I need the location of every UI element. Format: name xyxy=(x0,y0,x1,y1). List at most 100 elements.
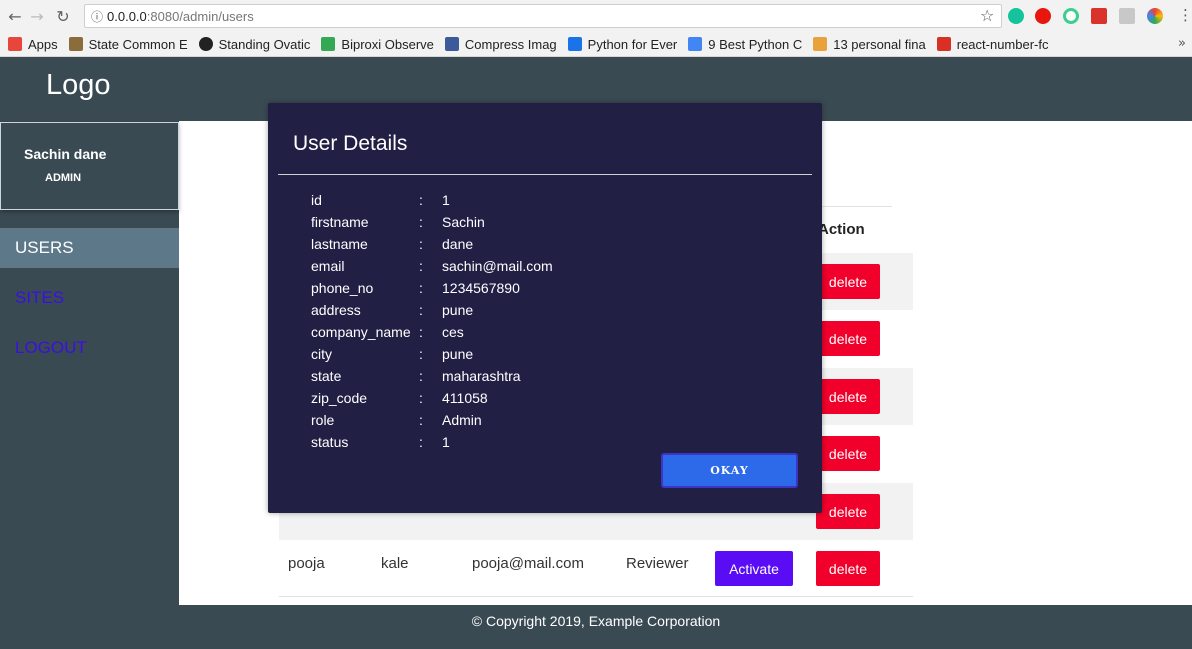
cell-firstname: pooja xyxy=(288,555,325,572)
detail-row-role: role: Admin xyxy=(311,412,791,434)
bookmark-label: Biproxi Observe xyxy=(341,36,434,52)
bookmark-label: Standing Ovatic xyxy=(218,36,311,52)
bookmark-label: 9 Best Python C xyxy=(708,36,803,52)
back-icon[interactable]: ← xyxy=(4,5,26,27)
bookmark-apps[interactable]: Apps xyxy=(8,37,58,52)
bookmark-star-icon[interactable]: ☆ xyxy=(980,6,994,25)
browser-toolbar: ← → ↻ ⓘ 0.0.0.0:8080/admin/users ☆ ⋮ xyxy=(0,0,1192,32)
detail-separator: : xyxy=(419,302,423,318)
circle-logo-icon xyxy=(198,37,213,51)
sidebar-item-sites[interactable]: SITES xyxy=(0,278,179,318)
bookmarks-bar: Apps State Common E Standing Ovatic Bipr… xyxy=(0,32,1192,57)
detail-separator: : xyxy=(419,412,423,428)
detail-value: pune xyxy=(442,346,474,362)
bookmark-label: react-number-fc xyxy=(956,36,1049,52)
image-icon xyxy=(444,37,459,51)
detail-key: role xyxy=(311,412,335,428)
footer: © Copyright 2019, Example Corporation xyxy=(0,605,1192,649)
detail-value: Admin xyxy=(442,412,482,428)
detail-separator: : xyxy=(419,368,423,384)
delete-button[interactable]: delete xyxy=(816,264,880,299)
bookmark-item[interactable]: react-number-fc xyxy=(936,36,1049,52)
bookmark-item[interactable]: 9 Best Python C xyxy=(688,37,802,52)
detail-value: ces xyxy=(442,324,464,340)
address-bar[interactable]: ⓘ 0.0.0.0:8080/admin/users xyxy=(84,4,1002,28)
detail-value: 1 xyxy=(442,434,450,450)
detail-value: pune xyxy=(442,302,474,318)
bookmark-label: Compress Imag xyxy=(464,36,557,52)
modal-divider xyxy=(278,174,812,175)
bookmark-label: 13 personal fina xyxy=(833,36,926,52)
delete-button[interactable]: delete xyxy=(816,379,880,414)
detail-separator: : xyxy=(419,280,423,296)
sidebar-item-logout[interactable]: LOGOUT xyxy=(0,328,179,368)
url-path: :8080/admin/users xyxy=(146,8,254,24)
bookmark-label: Apps xyxy=(28,36,58,52)
grammarly-extension-icon[interactable] xyxy=(1008,8,1024,24)
detail-key: status xyxy=(311,434,349,450)
detail-separator: : xyxy=(419,346,423,362)
table-header-action: Action xyxy=(818,221,865,238)
apps-grid-icon xyxy=(8,37,22,51)
detail-value: 1234567890 xyxy=(442,280,520,296)
detail-separator: : xyxy=(419,192,423,208)
detail-row-phone-no: phone_no: 1234567890 xyxy=(311,280,791,302)
detail-key: company_name xyxy=(311,324,411,340)
bookmark-item[interactable]: Standing Ovatic xyxy=(198,36,311,52)
detail-value: 1 xyxy=(442,192,450,208)
okay-button[interactable]: OKAY xyxy=(661,453,798,488)
reload-icon[interactable]: ↻ xyxy=(52,5,74,27)
delete-button[interactable]: delete xyxy=(816,494,880,529)
bookmark-item[interactable]: State Common E xyxy=(68,36,188,52)
infinity-icon xyxy=(567,37,582,51)
detail-value: Sachin xyxy=(442,214,485,230)
dd-logo-icon xyxy=(688,37,703,51)
delete-button[interactable]: delete xyxy=(816,321,880,356)
detail-key: phone_no xyxy=(311,280,374,296)
detail-key: lastname xyxy=(311,236,368,252)
modal-title: User Details xyxy=(293,132,408,155)
extension-target-icon[interactable] xyxy=(1063,8,1079,24)
detail-value: maharashtra xyxy=(442,368,521,384)
detail-separator: : xyxy=(419,434,423,450)
profile-name: Sachin dane xyxy=(24,146,107,162)
bookmark-item[interactable]: Compress Imag xyxy=(444,36,557,52)
detail-row-state: state: maharashtra xyxy=(311,368,791,390)
bookmarks-overflow[interactable]: » xyxy=(1178,36,1186,51)
menu-dots-icon[interactable]: ⋮ xyxy=(1178,6,1192,24)
bookmark-label: Python for Ever xyxy=(587,36,678,52)
table-header-divider xyxy=(812,206,892,207)
detail-key: firstname xyxy=(311,214,369,230)
detail-key: state xyxy=(311,368,342,384)
detail-key: city xyxy=(311,346,332,362)
bookmark-item[interactable]: Python for Ever xyxy=(567,36,678,52)
info-icon[interactable]: ⓘ xyxy=(91,8,103,25)
extension-grid-icon[interactable] xyxy=(1091,8,1107,24)
detail-key: id xyxy=(311,192,322,208)
activate-button[interactable]: Activate xyxy=(715,551,793,586)
cell-role: Reviewer xyxy=(626,555,689,572)
detail-key: zip_code xyxy=(311,390,368,406)
cell-email: pooja@mail.com xyxy=(472,555,584,572)
extension-color-icon[interactable] xyxy=(1147,8,1163,24)
delete-button[interactable]: delete xyxy=(816,551,880,586)
et-logo-icon xyxy=(813,37,828,51)
detail-value: dane xyxy=(442,236,474,252)
sidebar-item-users[interactable]: USERS xyxy=(0,228,179,268)
detail-row-address: address: pune xyxy=(311,302,791,324)
cell-lastname: kale xyxy=(381,555,409,572)
delete-button[interactable]: delete xyxy=(816,436,880,471)
adblock-extension-icon[interactable] xyxy=(1035,8,1051,24)
detail-row-lastname: lastname: dane xyxy=(311,236,791,258)
bookmark-label: State Common E xyxy=(88,36,188,52)
extension-r-icon[interactable] xyxy=(1119,8,1135,24)
detail-key: email xyxy=(311,258,345,274)
detail-row-email: email: sachin@mail.com xyxy=(311,258,791,280)
bookmark-item[interactable]: 13 personal fina xyxy=(813,37,926,52)
detail-value: 411058 xyxy=(442,390,488,406)
bookmark-item[interactable]: Biproxi Observe xyxy=(321,36,434,52)
detail-value: sachin@mail.com xyxy=(442,258,553,274)
sidebar: Sachin dane ADMIN USERS SITES LOGOUT xyxy=(0,121,179,605)
forward-icon[interactable]: → xyxy=(26,5,48,27)
detail-row-zip-code: zip_code: 411058 xyxy=(311,390,791,412)
